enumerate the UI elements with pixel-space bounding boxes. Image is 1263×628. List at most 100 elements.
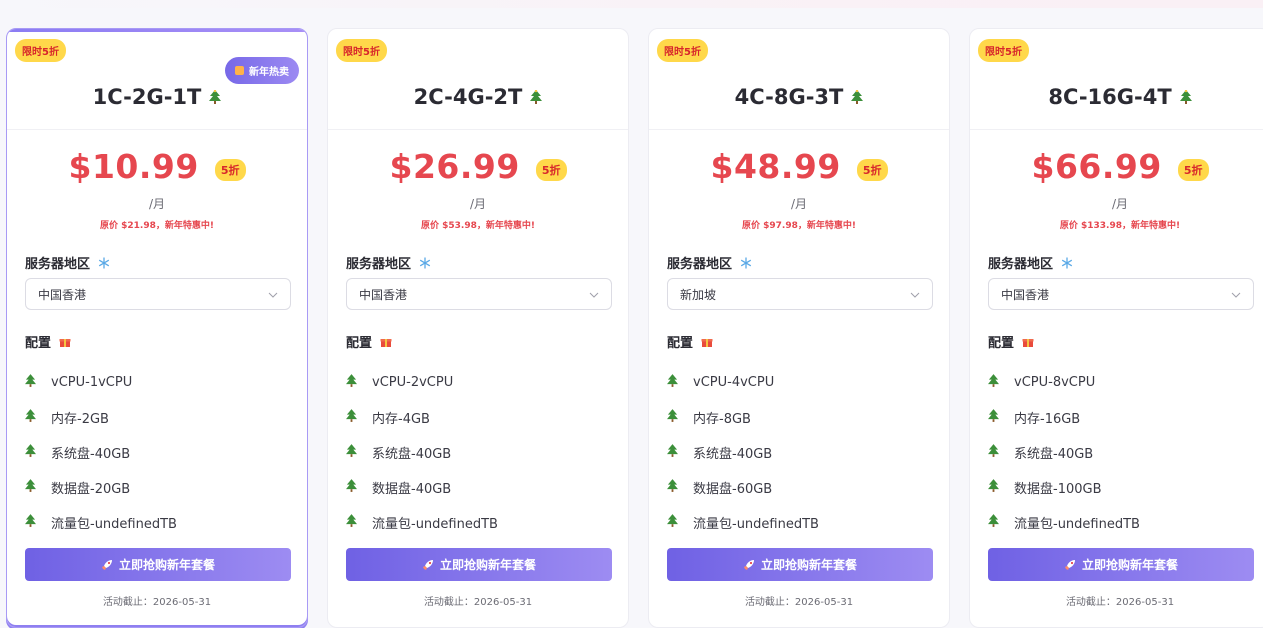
list-item: 系统盘-40GB [667,435,937,470]
rocket-icon [743,559,755,571]
spec-text: 系统盘-40GB [372,447,452,462]
christmas-tree-icon [25,444,36,461]
spec-list: vCPU-4vCPU 内存-8GB 系统盘-40GB 数据盘-60GB 流量包-… [667,365,937,540]
original-price-note: 原价 $53.98，新年特惠中! [421,221,535,231]
config-label-text: 配置 [667,336,694,351]
chevron-down-icon [268,287,278,301]
price: $48.99 [710,147,841,186]
spec-list: vCPU-2vCPU 内存-4GB 系统盘-40GB 数据盘-40GB 流量包-… [346,365,616,540]
gift-icon [1022,336,1034,348]
config-section-label: 配置 [988,332,1034,351]
list-item: 数据盘-100GB [988,470,1258,505]
list-item: vCPU-8vCPU [988,365,1258,400]
christmas-tree-icon [346,444,357,461]
buy-now-label: 立即抢购新年套餐 [1081,558,1178,572]
buy-now-button[interactable]: 立即抢购新年套餐 [988,548,1254,581]
list-item: 内存-4GB [346,400,616,435]
christmas-tree-icon [530,90,543,104]
plan-title-text: 2C-4G-2T [413,85,523,109]
christmas-tree-icon [25,374,36,391]
region-select[interactable]: 新加坡 [667,278,933,310]
price-row: $66.99 5折 [970,147,1263,186]
buy-now-label: 立即抢购新年套餐 [439,558,536,572]
spec-text: vCPU-2vCPU [372,375,454,390]
list-item: 系统盘-40GB [25,435,295,470]
list-item: 流量包-undefinedTB [346,505,616,540]
region-select[interactable]: 中国香港 [988,278,1254,310]
list-item: 流量包-undefinedTB [988,505,1258,540]
region-select-value: 中国香港 [38,287,87,302]
list-item: 数据盘-20GB [25,470,295,505]
christmas-tree-icon [346,374,357,391]
rocket-icon [101,559,113,571]
plan-title-text: 4C-8G-3T [734,85,844,109]
pricing-cards-row: 限时5折 新年热卖 1C-2G-1T $10.99 5折 /月 原价 $21.9… [6,28,1263,628]
region-label-text: 服务器地区 [25,257,91,272]
snowflake-icon [98,257,110,269]
christmas-tree-icon [988,479,999,496]
chevron-down-icon [1231,287,1241,301]
list-item: 流量包-undefinedTB [667,505,937,540]
original-price-note: 原价 $133.98，新年特惠中! [1059,221,1181,231]
buy-now-button[interactable]: 立即抢购新年套餐 [667,548,933,581]
list-item: 流量包-undefinedTB [25,505,295,540]
plan-card-2: 限时5折 2C-4G-2T $26.99 5折 /月 原价 $53.98，新年特… [327,28,629,628]
region-select[interactable]: 中国香港 [25,278,291,310]
region-select[interactable]: 中国香港 [346,278,612,310]
christmas-tree-icon [346,409,357,426]
price-row: $48.99 5折 [649,147,949,186]
header-divider [7,129,307,130]
rocket-icon [422,559,434,571]
snowflake-icon [1061,257,1073,269]
christmas-tree-icon [667,444,678,461]
christmas-tree-icon [209,90,222,104]
discount-badge: 5折 [535,158,567,181]
plan-title: 2C-4G-2T [328,85,628,109]
plan-title-text: 8C-16G-4T [1048,85,1172,109]
plan-title: 8C-16G-4T [970,85,1263,109]
spec-text: 流量包-undefinedTB [693,517,819,532]
plan-title: 4C-8G-3T [649,85,949,109]
region-section-label: 服务器地区 [346,253,431,272]
spec-text: 数据盘-20GB [51,482,131,497]
spec-text: 内存-2GB [51,412,109,427]
christmas-tree-icon [988,374,999,391]
billing-period: /月 [469,197,487,211]
christmas-tree-icon [346,479,357,496]
price: $10.99 [68,147,199,186]
gift-icon [701,336,713,348]
discount-badge: 5折 [856,158,888,181]
chevron-down-icon [910,287,920,301]
spec-list: vCPU-8vCPU 内存-16GB 系统盘-40GB 数据盘-100GB 流量… [988,365,1258,540]
header-divider [649,129,949,130]
spec-text: vCPU-1vCPU [51,375,133,390]
christmas-tree-icon [667,374,678,391]
buy-now-label: 立即抢购新年套餐 [760,558,857,572]
buy-now-button[interactable]: 立即抢购新年套餐 [346,548,612,581]
gift-icon [59,336,71,348]
discount-badge: 5折 [1177,158,1209,181]
spec-text: 系统盘-40GB [1014,447,1094,462]
original-price-note: 原价 $21.98，新年特惠中! [100,221,214,231]
limited-discount-tag: 限时5折 [336,39,387,62]
spec-text: 数据盘-60GB [693,482,773,497]
christmas-tree-icon [988,514,999,531]
spec-text: 内存-4GB [372,412,430,427]
christmas-tree-icon [25,514,36,531]
billing-period: /月 [1111,197,1129,211]
hot-badge-label: 新年热卖 [249,67,289,78]
christmas-tree-icon [667,409,678,426]
top-gradient-strip [0,0,1263,8]
spec-text: vCPU-4vCPU [693,375,775,390]
spec-text: 系统盘-40GB [51,447,131,462]
christmas-tree-icon [667,514,678,531]
discount-badge: 5折 [214,158,246,181]
plan-card-4: 限时5折 8C-16G-4T $66.99 5折 /月 原价 $133.98，新… [969,28,1263,628]
region-section-label: 服务器地区 [25,253,110,272]
spec-text: vCPU-8vCPU [1014,375,1096,390]
config-section-label: 配置 [346,332,392,351]
plan-title-text: 1C-2G-1T [92,85,202,109]
promo-deadline: 活动截止：2026-05-31 [423,597,533,608]
buy-now-button[interactable]: 立即抢购新年套餐 [25,548,291,581]
buy-now-label: 立即抢购新年套餐 [118,558,215,572]
